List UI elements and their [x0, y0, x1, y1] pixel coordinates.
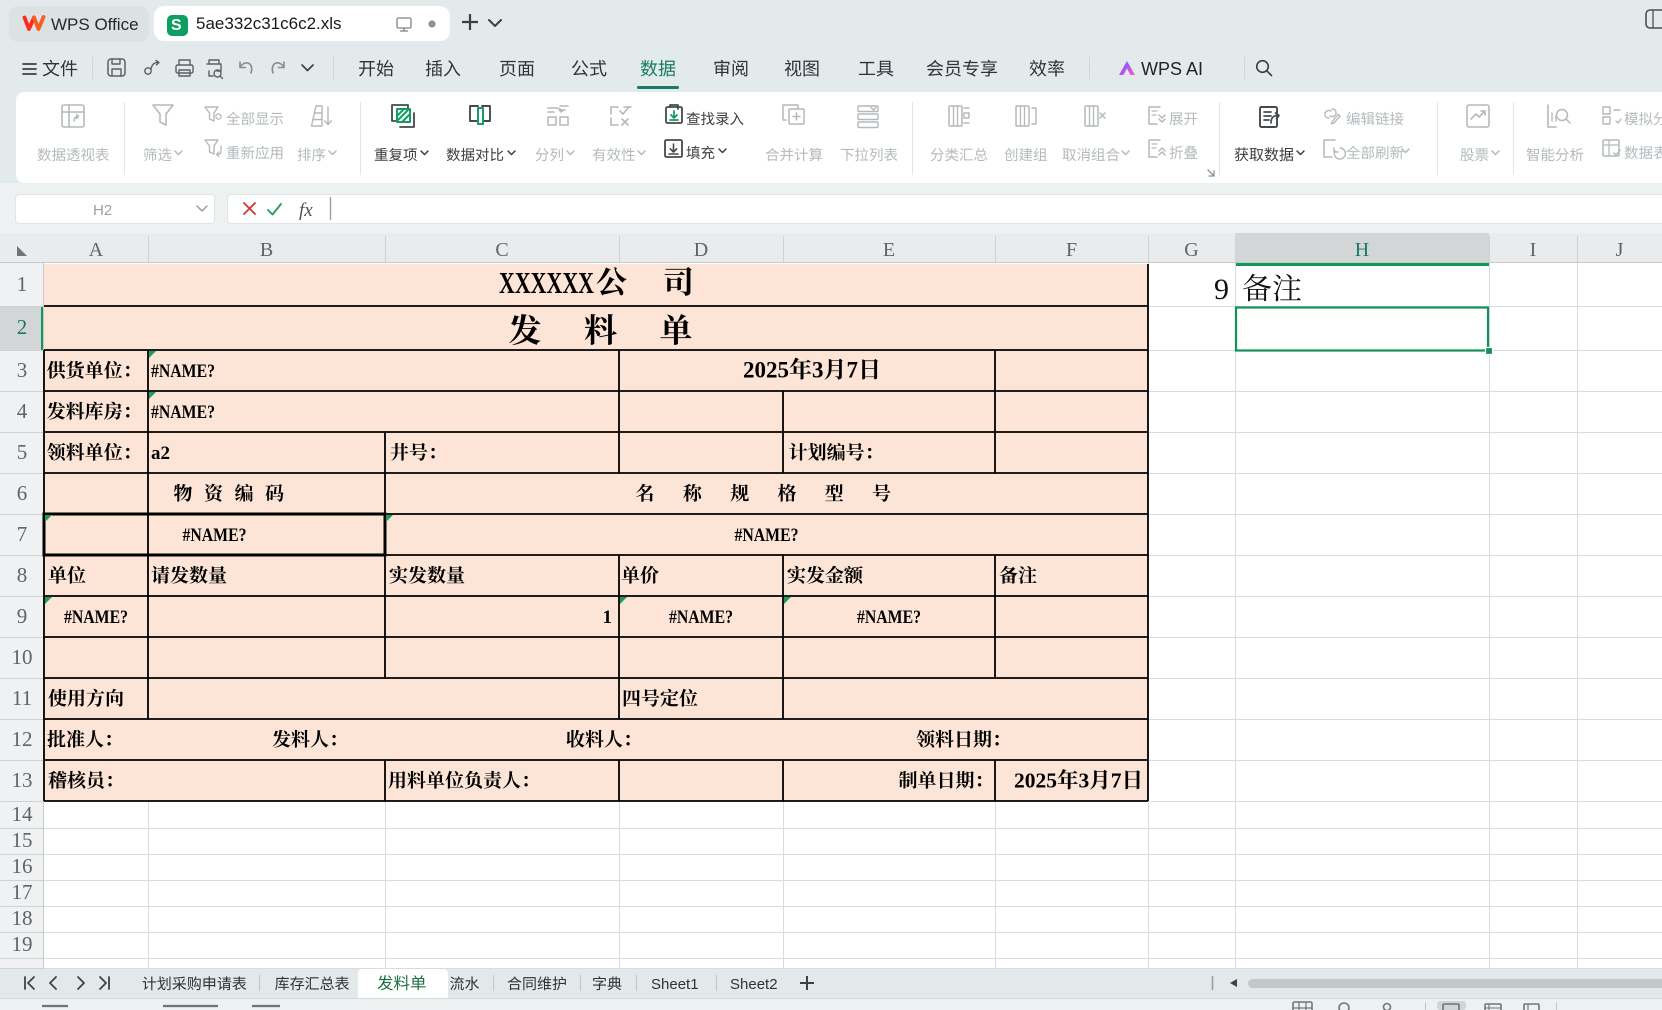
- svg-text:S: S: [171, 17, 182, 34]
- svg-text:#NAME?: #NAME?: [735, 525, 799, 546]
- svg-text:8: 8: [17, 563, 28, 587]
- svg-text:5: 5: [17, 440, 28, 464]
- svg-text:7: 7: [1111, 769, 1122, 793]
- svg-text:13: 13: [12, 768, 33, 792]
- svg-text:#NAME?: #NAME?: [669, 607, 733, 628]
- svg-text:2025: 2025: [1014, 769, 1057, 793]
- svg-text:15: 15: [12, 828, 33, 852]
- svg-text:Sheet1: Sheet1: [651, 976, 699, 993]
- svg-text:A: A: [89, 239, 104, 261]
- svg-text:#NAME?: #NAME?: [151, 402, 215, 423]
- svg-text:XXXXXX: XXXXXX: [499, 265, 594, 300]
- svg-text:7: 7: [17, 522, 28, 546]
- svg-text:6: 6: [17, 481, 28, 505]
- svg-text:H2: H2: [93, 202, 112, 219]
- svg-text:#NAME?: #NAME?: [183, 525, 247, 546]
- svg-text:11: 11: [12, 686, 32, 710]
- svg-text:#NAME?: #NAME?: [857, 607, 921, 628]
- svg-text:a2: a2: [151, 443, 170, 464]
- svg-text:3: 3: [812, 358, 824, 383]
- svg-text:J: J: [1616, 239, 1624, 261]
- svg-text:B: B: [260, 239, 273, 261]
- svg-text:19: 19: [12, 932, 33, 956]
- svg-text:3: 3: [17, 358, 28, 382]
- svg-text:16: 16: [12, 854, 33, 878]
- svg-text:1: 1: [17, 272, 28, 296]
- svg-text:1: 1: [603, 607, 613, 628]
- svg-text:C: C: [495, 239, 508, 261]
- svg-text:fx: fx: [299, 200, 313, 221]
- svg-text:2: 2: [17, 315, 28, 339]
- svg-text:D: D: [694, 239, 708, 261]
- svg-text:Sheet2: Sheet2: [730, 976, 778, 993]
- svg-text:E: E: [883, 239, 895, 261]
- svg-text:7: 7: [847, 358, 859, 383]
- svg-text:WPS Office: WPS Office: [51, 15, 139, 34]
- svg-text:H: H: [1355, 239, 1369, 261]
- svg-text:#NAME?: #NAME?: [151, 361, 215, 382]
- svg-text:9: 9: [1214, 273, 1229, 306]
- svg-text:WPS AI: WPS AI: [1141, 59, 1203, 79]
- svg-text:G: G: [1184, 239, 1198, 261]
- svg-text:18: 18: [12, 906, 33, 930]
- svg-text:12: 12: [12, 727, 33, 751]
- svg-text:2025: 2025: [743, 358, 789, 383]
- svg-text:17: 17: [12, 880, 33, 904]
- svg-text:4: 4: [17, 399, 28, 423]
- svg-text:3: 3: [1079, 769, 1090, 793]
- svg-text:F: F: [1066, 239, 1077, 261]
- svg-text:#NAME?: #NAME?: [64, 607, 128, 628]
- svg-text:5ae332c31c6c2.xls: 5ae332c31c6c2.xls: [196, 14, 342, 33]
- svg-text:I: I: [1530, 239, 1537, 261]
- svg-text:9: 9: [17, 604, 28, 628]
- svg-text:10: 10: [12, 645, 33, 669]
- svg-text:14: 14: [12, 802, 34, 826]
